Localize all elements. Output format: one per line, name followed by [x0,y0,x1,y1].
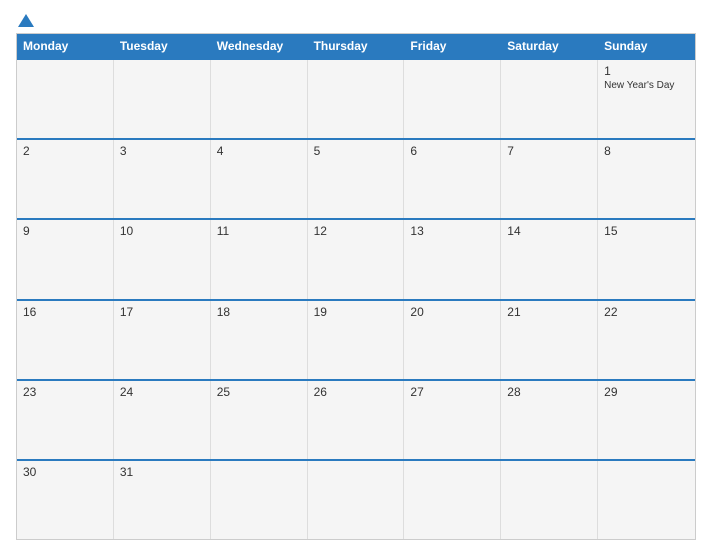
calendar-day-cell [404,461,501,539]
calendar-header-cell: Friday [404,34,501,58]
day-number: 13 [410,224,494,238]
calendar-week-row: 23 24 25 26 27 28 29 [17,379,695,459]
day-number: 9 [23,224,107,238]
day-number: 7 [507,144,591,158]
page-header [16,14,696,27]
calendar-week-row: 30 31 [17,459,695,539]
calendar-header-cell: Sunday [598,34,695,58]
calendar-day-cell: 5 [308,140,405,218]
calendar-day-cell: 6 [404,140,501,218]
calendar-header-cell: Wednesday [211,34,308,58]
calendar-day-cell: 15 [598,220,695,298]
day-number: 31 [120,465,204,479]
logo [16,14,36,27]
day-number: 14 [507,224,591,238]
calendar-day-cell: 10 [114,220,211,298]
day-number: 1 [604,64,689,78]
calendar-day-cell: 16 [17,301,114,379]
calendar-day-cell [501,60,598,138]
day-number: 17 [120,305,204,319]
calendar-day-cell [308,60,405,138]
calendar-header-cell: Tuesday [114,34,211,58]
calendar-week-row: 9 10 11 12 13 14 15 [17,218,695,298]
day-number: 27 [410,385,494,399]
calendar-day-cell [404,60,501,138]
day-number: 22 [604,305,689,319]
calendar-day-cell: 11 [211,220,308,298]
calendar-day-cell [598,461,695,539]
calendar-day-cell: 3 [114,140,211,218]
calendar-day-cell: 25 [211,381,308,459]
day-number: 24 [120,385,204,399]
calendar-day-cell: 24 [114,381,211,459]
calendar-day-cell: 17 [114,301,211,379]
calendar-day-cell: 30 [17,461,114,539]
calendar-header-cell: Thursday [308,34,405,58]
calendar-day-cell: 13 [404,220,501,298]
calendar-day-cell [17,60,114,138]
calendar-day-cell: 22 [598,301,695,379]
day-number: 18 [217,305,301,319]
day-number: 8 [604,144,689,158]
day-number: 5 [314,144,398,158]
day-number: 25 [217,385,301,399]
calendar-week-row: 16 17 18 19 20 21 22 [17,299,695,379]
calendar-day-cell: 27 [404,381,501,459]
calendar-day-cell: 1 New Year's Day [598,60,695,138]
calendar-day-cell: 20 [404,301,501,379]
calendar-header-row: MondayTuesdayWednesdayThursdayFridaySatu… [17,34,695,58]
day-number: 15 [604,224,689,238]
calendar-day-cell: 2 [17,140,114,218]
calendar-day-cell: 23 [17,381,114,459]
day-number: 12 [314,224,398,238]
calendar-body: 1New Year's Day2345678910111213141516171… [17,58,695,539]
calendar-day-cell: 9 [17,220,114,298]
calendar-day-cell [308,461,405,539]
day-number: 3 [120,144,204,158]
calendar-week-row: 2345678 [17,138,695,218]
calendar-header-cell: Saturday [501,34,598,58]
calendar-day-cell: 7 [501,140,598,218]
calendar-day-cell [501,461,598,539]
day-number: 28 [507,385,591,399]
day-number: 30 [23,465,107,479]
calendar-day-cell: 31 [114,461,211,539]
calendar-day-cell [211,461,308,539]
logo-triangle-icon [18,14,34,27]
calendar-header-cell: Monday [17,34,114,58]
calendar-day-cell: 21 [501,301,598,379]
day-number: 23 [23,385,107,399]
calendar-day-cell: 26 [308,381,405,459]
day-number: 2 [23,144,107,158]
day-number: 21 [507,305,591,319]
calendar-day-cell: 28 [501,381,598,459]
calendar-day-cell [114,60,211,138]
calendar-page: MondayTuesdayWednesdayThursdayFridaySatu… [0,0,712,550]
calendar-day-cell: 8 [598,140,695,218]
day-number: 11 [217,224,301,238]
day-number: 10 [120,224,204,238]
calendar-day-cell: 12 [308,220,405,298]
day-number: 20 [410,305,494,319]
calendar-day-cell: 18 [211,301,308,379]
calendar-day-cell: 19 [308,301,405,379]
calendar-week-row: 1 New Year's Day [17,58,695,138]
day-number: 19 [314,305,398,319]
event-label: New Year's Day [604,80,689,91]
day-number: 6 [410,144,494,158]
day-number: 29 [604,385,689,399]
day-number: 26 [314,385,398,399]
calendar-day-cell: 14 [501,220,598,298]
calendar-day-cell [211,60,308,138]
calendar-grid: MondayTuesdayWednesdayThursdayFridaySatu… [16,33,696,540]
day-number: 16 [23,305,107,319]
day-number: 4 [217,144,301,158]
calendar-day-cell: 4 [211,140,308,218]
calendar-day-cell: 29 [598,381,695,459]
